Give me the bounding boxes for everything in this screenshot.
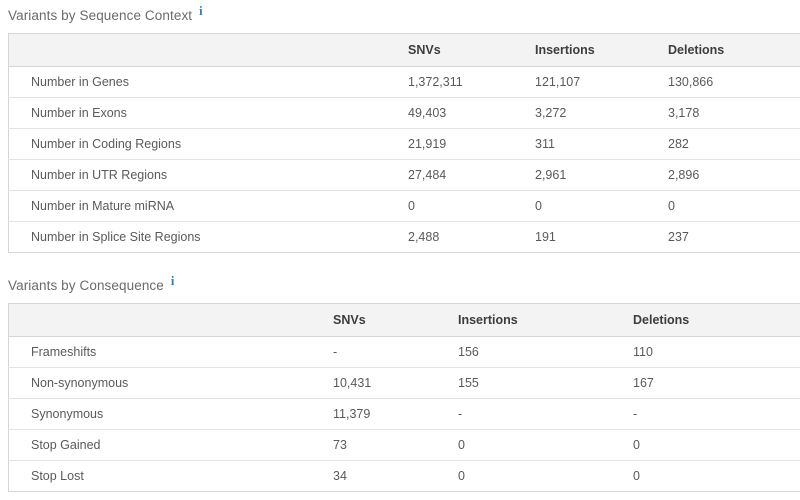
column-header-deletions: Deletions — [668, 34, 800, 67]
cell-snvs: 11,379 — [333, 399, 458, 430]
row-label: Number in Genes — [9, 67, 409, 98]
row-label: Synonymous — [9, 399, 334, 430]
section-title-sequence-context: Variants by Sequence Context i — [8, 7, 792, 25]
cell-insertions: - — [458, 399, 633, 430]
table-row: Synonymous 11,379 - - — [9, 399, 800, 430]
cell-snvs: 10,431 — [333, 368, 458, 399]
row-label: Number in Splice Site Regions — [9, 222, 409, 253]
cell-deletions: 3,178 — [668, 98, 800, 129]
cell-insertions: 155 — [458, 368, 633, 399]
cell-snvs: 73 — [333, 430, 458, 461]
table-header: SNVs Insertions Deletions — [9, 304, 800, 337]
cell-insertions: 0 — [458, 461, 633, 492]
cell-snvs: 49,403 — [408, 98, 535, 129]
section-heading: Variants by Consequence — [8, 277, 164, 295]
table-row: Non-synonymous 10,431 155 167 — [9, 368, 800, 399]
row-label: Number in Exons — [9, 98, 409, 129]
cell-deletions: 130,866 — [668, 67, 800, 98]
cell-insertions: 0 — [458, 430, 633, 461]
info-icon[interactable]: i — [199, 5, 203, 17]
table-header-row: SNVs Insertions Deletions — [9, 304, 800, 337]
table-header-row: SNVs Insertions Deletions — [9, 34, 800, 67]
table-body: Number in Genes 1,372,311 121,107 130,86… — [9, 67, 800, 253]
table-row: Number in UTR Regions 27,484 2,961 2,896 — [9, 160, 800, 191]
column-header-label — [9, 34, 409, 67]
top-spacer — [0, 0, 800, 7]
cell-deletions: 0 — [633, 430, 800, 461]
cell-insertions: 3,272 — [535, 98, 668, 129]
consequence-table: SNVs Insertions Deletions Frameshifts - … — [8, 303, 800, 492]
cell-deletions: 237 — [668, 222, 800, 253]
cell-snvs: 34 — [333, 461, 458, 492]
table-row: Frameshifts - 156 110 — [9, 337, 800, 368]
cell-snvs: 21,919 — [408, 129, 535, 160]
table-header: SNVs Insertions Deletions — [9, 34, 800, 67]
column-header-snvs: SNVs — [333, 304, 458, 337]
row-label: Stop Lost — [9, 461, 334, 492]
cell-snvs: - — [333, 337, 458, 368]
section-sequence-context: Variants by Sequence Context i SNVs Inse… — [0, 7, 800, 253]
info-icon[interactable]: i — [171, 275, 175, 287]
cell-insertions: 311 — [535, 129, 668, 160]
cell-insertions: 191 — [535, 222, 668, 253]
cell-deletions: 282 — [668, 129, 800, 160]
cell-deletions: 2,896 — [668, 160, 800, 191]
column-header-insertions: Insertions — [458, 304, 633, 337]
cell-insertions: 0 — [535, 191, 668, 222]
row-label: Number in UTR Regions — [9, 160, 409, 191]
table-body: Frameshifts - 156 110 Non-synonymous 10,… — [9, 337, 800, 492]
table-row: Number in Mature miRNA 0 0 0 — [9, 191, 800, 222]
row-label: Number in Coding Regions — [9, 129, 409, 160]
table-row: Stop Gained 73 0 0 — [9, 430, 800, 461]
title-spacer — [8, 25, 792, 33]
cell-deletions: 0 — [668, 191, 800, 222]
row-label: Stop Gained — [9, 430, 334, 461]
title-spacer — [8, 295, 792, 303]
column-header-deletions: Deletions — [633, 304, 800, 337]
table-row: Number in Coding Regions 21,919 311 282 — [9, 129, 800, 160]
cell-insertions: 2,961 — [535, 160, 668, 191]
column-header-snvs: SNVs — [408, 34, 535, 67]
cell-snvs: 0 — [408, 191, 535, 222]
row-label: Non-synonymous — [9, 368, 334, 399]
cell-insertions: 121,107 — [535, 67, 668, 98]
column-header-insertions: Insertions — [535, 34, 668, 67]
cell-snvs: 2,488 — [408, 222, 535, 253]
table-row: Number in Exons 49,403 3,272 3,178 — [9, 98, 800, 129]
cell-deletions: - — [633, 399, 800, 430]
section-title-consequence: Variants by Consequence i — [8, 277, 792, 295]
table-row: Number in Splice Site Regions 2,488 191 … — [9, 222, 800, 253]
sequence-context-table: SNVs Insertions Deletions Number in Gene… — [8, 33, 800, 253]
variant-statistics-page: Variants by Sequence Context i SNVs Inse… — [0, 0, 800, 500]
section-gap — [0, 253, 800, 277]
row-label: Number in Mature miRNA — [9, 191, 409, 222]
page-title: Variants by Sequence Context — [8, 7, 192, 25]
table-row: Number in Genes 1,372,311 121,107 130,86… — [9, 67, 800, 98]
cell-deletions: 110 — [633, 337, 800, 368]
cell-deletions: 0 — [633, 461, 800, 492]
table-row: Stop Lost 34 0 0 — [9, 461, 800, 492]
cell-deletions: 167 — [633, 368, 800, 399]
column-header-label — [9, 304, 334, 337]
cell-insertions: 156 — [458, 337, 633, 368]
cell-snvs: 1,372,311 — [408, 67, 535, 98]
row-label: Frameshifts — [9, 337, 334, 368]
cell-snvs: 27,484 — [408, 160, 535, 191]
section-consequence: Variants by Consequence i SNVs Insertion… — [0, 277, 800, 492]
